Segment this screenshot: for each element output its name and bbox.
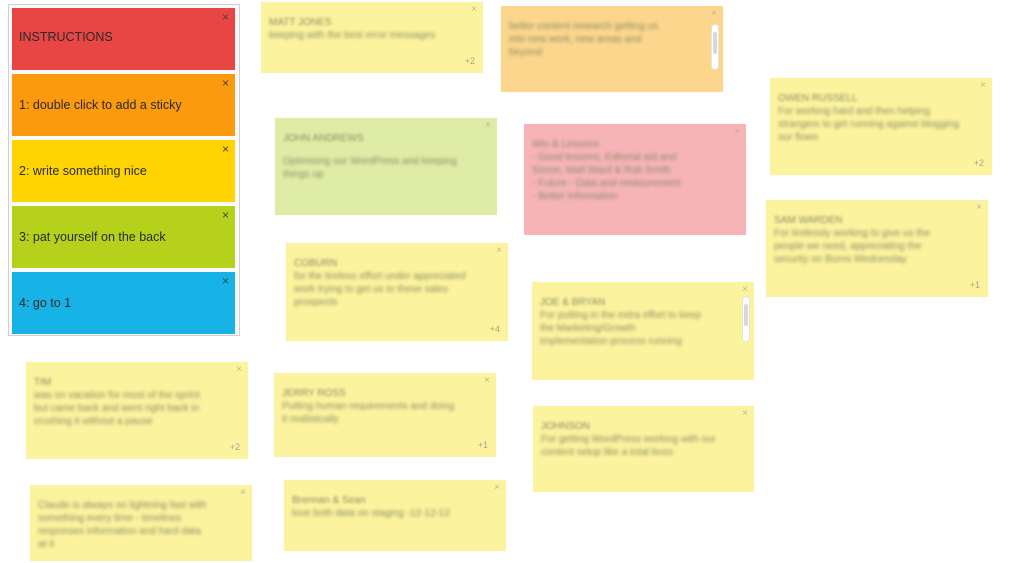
sticky-author: SAM WARDEN xyxy=(774,215,843,226)
sticky-text[interactable]: was on vacation for most of the sprint b… xyxy=(34,389,240,428)
sticky-text[interactable]: better content research getting us into … xyxy=(509,20,715,59)
close-icon[interactable]: × xyxy=(485,121,491,131)
sticky-note[interactable]: MATT JONES keeping with the best error m… xyxy=(261,2,483,73)
scrollbar[interactable] xyxy=(711,24,719,70)
vote-count: +1 xyxy=(969,280,980,290)
vote-count: +1 xyxy=(477,440,488,450)
instruction-step-label: 4: go to 1 xyxy=(19,296,72,310)
sticky-text[interactable]: For getting WordPress working with our c… xyxy=(541,433,746,459)
close-icon[interactable]: × xyxy=(240,488,246,498)
sticky-author: JOHNSON xyxy=(541,421,590,432)
sticky-note[interactable]: Claude is always on lightning fast with … xyxy=(30,485,252,561)
instruction-step-2[interactable]: 2: write something nice × xyxy=(12,140,235,202)
sticky-author: MATT JONES xyxy=(269,17,332,28)
instructions-panel: INSTRUCTIONS × 1: double click to add a … xyxy=(8,4,240,336)
close-icon[interactable]: × xyxy=(742,409,748,419)
sticky-author: COBURN xyxy=(294,258,338,269)
sticky-text[interactable]: Putting human requirements and doing it … xyxy=(282,400,488,426)
vote-count: +2 xyxy=(229,442,240,452)
vote-count: +2 xyxy=(464,56,475,66)
close-icon[interactable]: × xyxy=(471,5,477,15)
close-icon[interactable]: × xyxy=(734,127,740,137)
sticky-note[interactable]: TIM was on vacation for most of the spri… xyxy=(26,362,248,459)
sticky-author: JERRY ROSS xyxy=(282,388,346,399)
sticky-author: Brennan & Sean xyxy=(292,495,366,506)
close-icon[interactable]: × xyxy=(976,203,982,213)
instruction-step-label: 1: double click to add a sticky xyxy=(19,98,182,112)
sticky-note[interactable]: better content research getting us into … xyxy=(501,6,723,92)
instruction-step-label: 2: write something nice xyxy=(19,164,147,178)
close-icon[interactable]: × xyxy=(496,246,502,256)
instruction-step-3[interactable]: 3: pat yourself on the back × xyxy=(12,206,235,268)
close-icon[interactable]: × xyxy=(711,9,717,19)
sticky-note[interactable]: Brennan & Sean love both data on staging… xyxy=(284,480,506,551)
close-icon[interactable]: × xyxy=(222,209,229,221)
sticky-author: OWEN RUSSELL xyxy=(778,93,858,104)
sticky-text[interactable]: for the tireless effort under appreciate… xyxy=(294,270,500,309)
sticky-author: JOE & BRYAN xyxy=(540,297,606,308)
close-icon[interactable]: × xyxy=(222,77,229,89)
close-icon[interactable]: × xyxy=(494,483,500,493)
sticky-author: JOHN ANDREWS xyxy=(283,133,364,144)
sticky-note[interactable]: SAM WARDEN For tirelessly working to giv… xyxy=(766,200,988,297)
sticky-text[interactable]: Claude is always on lightning fast with … xyxy=(38,499,244,551)
sticky-author: TIM xyxy=(34,377,52,388)
sticky-note[interactable]: Win & Lessons - Good lessons, Editorial … xyxy=(524,124,746,235)
sticky-text[interactable]: love both data on staging -12-12-12 xyxy=(292,507,498,520)
close-icon[interactable]: × xyxy=(236,365,242,375)
sticky-text[interactable]: Optimising our WordPress and keeping thi… xyxy=(283,155,489,181)
sticky-note[interactable]: JERRY ROSS Putting human requirements an… xyxy=(274,373,496,457)
instruction-step-4[interactable]: 4: go to 1 × xyxy=(12,272,235,334)
close-icon[interactable]: × xyxy=(484,376,490,386)
close-icon[interactable]: × xyxy=(222,11,229,23)
scrollbar[interactable] xyxy=(742,296,750,342)
close-icon[interactable]: × xyxy=(980,81,986,91)
sticky-note[interactable]: JOHNSON For getting WordPress working wi… xyxy=(533,406,754,492)
instruction-step-label: 3: pat yourself on the back xyxy=(19,230,166,244)
sticky-text[interactable]: keeping with the best error messages xyxy=(269,29,475,42)
sticky-note[interactable]: COBURN for the tireless effort under app… xyxy=(286,243,508,341)
instructions-header-card[interactable]: INSTRUCTIONS × xyxy=(12,8,235,70)
close-icon[interactable]: × xyxy=(222,143,229,155)
sticky-text[interactable]: Win & Lessons - Good lessons, Editorial … xyxy=(532,138,738,203)
instructions-header: INSTRUCTIONS xyxy=(19,30,113,44)
sticky-note[interactable]: OWEN RUSSELL For working hard and then h… xyxy=(770,78,992,175)
close-icon[interactable]: × xyxy=(742,285,748,295)
sticky-note[interactable]: JOHN ANDREWS Optimising our WordPress an… xyxy=(275,118,497,215)
vote-count: +2 xyxy=(973,158,984,168)
sticky-note[interactable]: JOE & BRYAN For putting in the extra eff… xyxy=(532,282,754,380)
instruction-step-1[interactable]: 1: double click to add a sticky × xyxy=(12,74,235,136)
sticky-text[interactable]: For working hard and then helping strang… xyxy=(778,105,984,144)
close-icon[interactable]: × xyxy=(222,275,229,287)
vote-count: +4 xyxy=(489,324,500,334)
sticky-text[interactable]: For putting in the extra effort to keep … xyxy=(540,309,746,348)
sticky-text[interactable]: For tirelessly working to give us the pe… xyxy=(774,227,980,266)
